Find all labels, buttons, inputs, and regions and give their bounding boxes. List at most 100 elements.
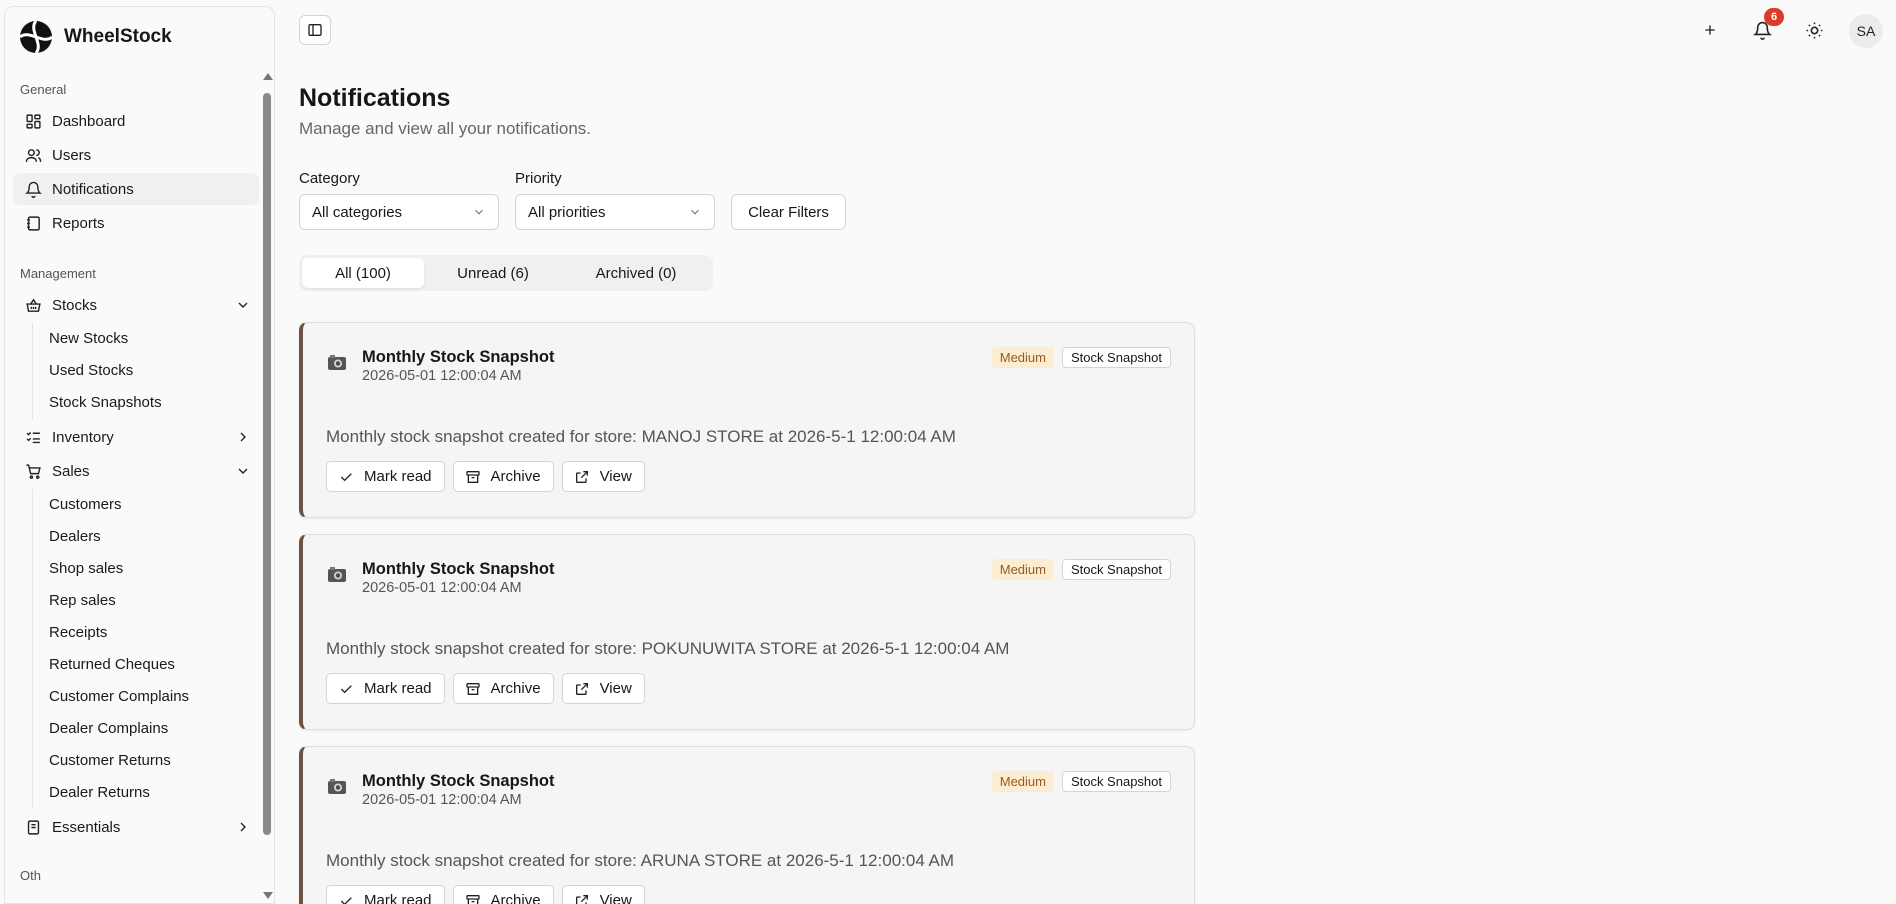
priority-select-value: All priorities <box>528 203 606 221</box>
notification-count-badge: 6 <box>1764 8 1784 26</box>
sidebar-item-label: Notifications <box>52 180 134 198</box>
category-badge: Stock Snapshot <box>1061 559 1171 580</box>
external-link-icon <box>575 682 588 695</box>
category-badge: Stock Snapshot <box>1061 771 1171 792</box>
archive-button[interactable]: Archive <box>452 885 554 904</box>
page-title: Notifications <box>299 84 451 112</box>
sidebar-subitem-customer-returns[interactable]: Customer Returns <box>33 745 267 777</box>
sidebar-subitem-customer-complains[interactable]: Customer Complains <box>33 681 267 713</box>
sidebar-subitem-dealer-returns[interactable]: Dealer Returns <box>33 777 267 809</box>
sidebar-toggle-button[interactable] <box>299 15 331 45</box>
chevron-down-icon <box>691 209 699 215</box>
sidebar-item-dashboard[interactable]: Dashboard <box>13 105 259 137</box>
sidebar-item-label: Sales <box>52 462 90 480</box>
clear-filters-button[interactable]: Clear Filters <box>731 194 846 230</box>
notification-message: Monthly stock snapshot created for store… <box>326 427 956 446</box>
external-link-icon <box>575 894 588 904</box>
sidebar-item-notifications[interactable]: Notifications <box>13 173 259 205</box>
sidebar-item-label: Reports <box>52 214 105 232</box>
notification-title: Monthly Stock Snapshot <box>362 348 555 366</box>
list-check-icon <box>26 431 40 443</box>
camera-icon <box>328 355 346 370</box>
sidebar-item-reports[interactable]: Reports <box>13 207 259 239</box>
notification-card[interactable]: Monthly Stock Snapshot 2026-05-01 12:00:… <box>299 322 1195 518</box>
sidebar-subitem-rep-sales[interactable]: Rep sales <box>33 585 267 617</box>
archive-label: Archive <box>490 680 541 697</box>
add-button[interactable] <box>1694 14 1726 46</box>
sidebar-item-users[interactable]: Users <box>13 139 259 171</box>
sidebar-subitem-customers[interactable]: Customers <box>33 489 267 521</box>
sidebar-subitem-dealers[interactable]: Dealers <box>33 521 267 553</box>
brand[interactable]: WheelStock <box>5 7 274 67</box>
priority-label: Priority <box>515 170 562 187</box>
tab-all[interactable]: All (100) <box>302 258 424 288</box>
mark-read-label: Mark read <box>364 468 432 485</box>
notebook-icon <box>27 215 40 231</box>
sidebar-item-essentials[interactable]: Essentials <box>13 811 259 843</box>
plus-icon <box>1705 25 1715 35</box>
sidebar-subitem-stock-snapshots[interactable]: Stock Snapshots <box>33 387 267 419</box>
camera-icon <box>328 567 346 582</box>
group-label-general: General <box>20 82 67 97</box>
sidebar-subitem-dealer-complains[interactable]: Dealer Complains <box>33 713 267 745</box>
scroll-up-arrow-icon[interactable] <box>263 73 273 80</box>
sidebar-item-label: Dashboard <box>52 112 126 130</box>
scroll-down-arrow-icon[interactable] <box>263 892 273 899</box>
mark-read-label: Mark read <box>364 892 432 904</box>
archive-button[interactable]: Archive <box>452 673 554 704</box>
priority-select[interactable]: All priorities <box>515 194 715 230</box>
notification-title: Monthly Stock Snapshot <box>362 772 555 790</box>
sidebar: WheelStock General Dashboard Users Notif… <box>4 6 275 904</box>
notification-time: 2026-05-01 12:00:04 AM <box>362 792 522 808</box>
sidebar-subitem-used-stocks[interactable]: Used Stocks <box>33 355 267 387</box>
notification-actions: Mark read Archive View <box>326 461 653 492</box>
theme-toggle-button[interactable] <box>1798 14 1830 46</box>
archive-icon <box>465 682 480 695</box>
priority-badge: Medium <box>991 559 1054 580</box>
mark-read-button[interactable]: Mark read <box>326 885 445 904</box>
archive-label: Archive <box>490 892 541 904</box>
check-icon <box>340 684 352 693</box>
sidebar-item-label: Essentials <box>52 818 121 836</box>
mark-read-button[interactable]: Mark read <box>326 673 445 704</box>
notification-tabs: All (100) Unread (6) Archived (0) <box>299 255 713 291</box>
brand-name: WheelStock <box>64 26 172 47</box>
mark-read-label: Mark read <box>364 680 432 697</box>
notification-time: 2026-05-01 12:00:04 AM <box>362 580 522 596</box>
sidebar-subitem-receipts[interactable]: Receipts <box>33 617 267 649</box>
chevron-down-icon <box>475 209 483 215</box>
view-button[interactable]: View <box>561 461 645 492</box>
notification-card[interactable]: Monthly Stock Snapshot 2026-05-01 12:00:… <box>299 746 1195 904</box>
sidebar-item-sales[interactable]: Sales <box>13 455 259 487</box>
group-label-management: Management <box>20 266 96 281</box>
sidebar-subitem-new-stocks[interactable]: New Stocks <box>33 323 267 355</box>
category-select[interactable]: All categories <box>299 194 499 230</box>
sun-icon <box>1806 22 1822 38</box>
priority-badge: Medium <box>991 771 1054 792</box>
sidebar-subitem-shop-sales[interactable]: Shop sales <box>33 553 267 585</box>
check-icon <box>340 472 352 481</box>
notification-title: Monthly Stock Snapshot <box>362 560 555 578</box>
sidebar-subitem-returned-cheques[interactable]: Returned Cheques <box>33 649 267 681</box>
sidebar-item-stocks[interactable]: Stocks <box>13 289 259 321</box>
notification-card[interactable]: Monthly Stock Snapshot 2026-05-01 12:00:… <box>299 534 1195 730</box>
check-icon <box>340 896 352 904</box>
sidebar-item-inventory[interactable]: Inventory <box>13 421 259 453</box>
dashboard-icon <box>26 113 41 129</box>
tab-unread[interactable]: Unread (6) <box>424 258 562 288</box>
sidebar-scrollbar[interactable] <box>262 73 273 903</box>
archive-button[interactable]: Archive <box>452 461 554 492</box>
bell-icon <box>25 181 42 198</box>
scroll-thumb[interactable] <box>263 93 271 835</box>
category-select-value: All categories <box>312 203 403 221</box>
notification-actions: Mark read Archive View <box>326 885 653 904</box>
avatar[interactable]: SA <box>1849 14 1883 48</box>
tab-archived[interactable]: Archived (0) <box>562 258 710 288</box>
view-button[interactable]: View <box>561 673 645 704</box>
view-button[interactable]: View <box>561 885 645 904</box>
mark-read-button[interactable]: Mark read <box>326 461 445 492</box>
archive-label: Archive <box>490 468 541 485</box>
sidebar-item-label: Inventory <box>52 428 114 446</box>
panel-left-icon <box>308 24 322 36</box>
sidebar-item-label: Users <box>52 146 92 164</box>
